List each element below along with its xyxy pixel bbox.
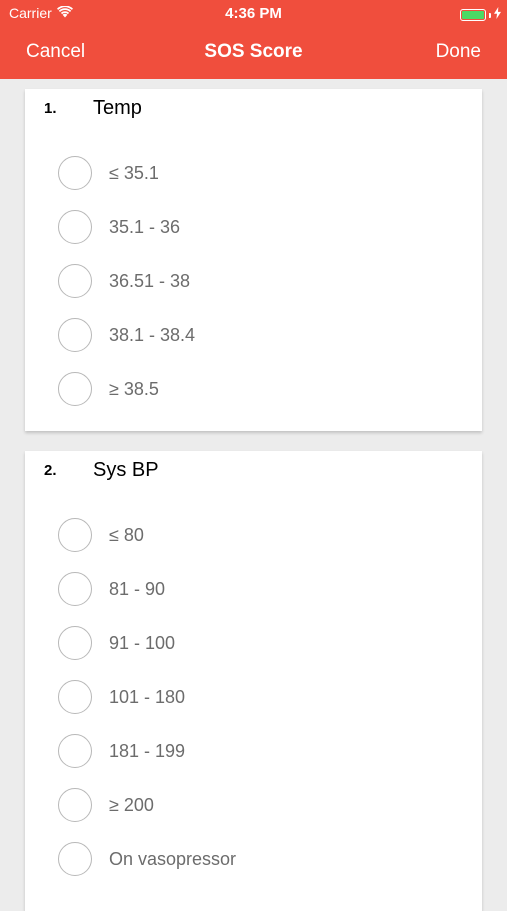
option-label: ≥ 200 <box>109 794 154 815</box>
battery-group <box>460 6 501 24</box>
radio-button[interactable] <box>58 156 92 190</box>
option-item[interactable]: 35.1 - 36 <box>58 200 195 254</box>
question-number: 1. <box>44 100 57 117</box>
option-item[interactable]: On vasopressor <box>58 832 236 886</box>
radio-button[interactable] <box>58 788 92 822</box>
option-item[interactable]: ≤ 80 <box>58 508 236 562</box>
status-time: 4:36 PM <box>225 5 282 22</box>
option-item[interactable]: 38.1 - 38.4 <box>58 308 195 362</box>
option-list: ≤ 80 81 - 90 91 - 100 101 - 180 181 - 19… <box>58 508 236 886</box>
radio-button[interactable] <box>58 518 92 552</box>
radio-button[interactable] <box>58 318 92 352</box>
bolt-icon <box>494 6 501 24</box>
radio-button[interactable] <box>58 210 92 244</box>
status-bar: Carrier 4:36 PM <box>0 0 507 28</box>
question-card-sys-bp: 2. Sys BP ≤ 80 81 - 90 91 - 100 101 - 18… <box>25 451 482 911</box>
page-title: SOS Score <box>204 41 303 62</box>
option-item[interactable]: 36.51 - 38 <box>58 254 195 308</box>
option-label: 101 - 180 <box>109 686 186 707</box>
option-label: 91 - 100 <box>109 632 176 653</box>
question-title: Sys BP <box>93 459 159 481</box>
option-label: 36.51 - 38 <box>109 270 191 291</box>
option-item[interactable]: ≥ 200 <box>58 778 236 832</box>
option-label: 181 - 199 <box>109 740 186 761</box>
option-item[interactable]: 81 - 90 <box>58 562 236 616</box>
radio-button[interactable] <box>58 734 92 768</box>
option-label: ≤ 35.1 <box>109 162 159 183</box>
radio-button[interactable] <box>58 372 92 406</box>
header: Carrier 4:36 PM Cancel SOS Score Done <box>0 0 507 79</box>
nav-bar: Cancel SOS Score Done <box>0 28 507 79</box>
radio-button[interactable] <box>58 680 92 714</box>
option-item[interactable]: ≥ 38.5 <box>58 362 195 416</box>
radio-button[interactable] <box>58 842 92 876</box>
question-number: 2. <box>44 462 57 479</box>
option-item[interactable]: 101 - 180 <box>58 670 236 724</box>
question-title: Temp <box>93 97 142 119</box>
option-label: 38.1 - 38.4 <box>109 324 196 345</box>
option-item[interactable]: ≤ 35.1 <box>58 146 195 200</box>
battery-icon <box>460 9 486 21</box>
option-label: 81 - 90 <box>109 578 166 599</box>
option-label: On vasopressor <box>109 848 237 869</box>
radio-button[interactable] <box>58 264 92 298</box>
option-item[interactable]: 181 - 199 <box>58 724 236 778</box>
option-label: 35.1 - 36 <box>109 216 181 237</box>
radio-button[interactable] <box>58 626 92 660</box>
battery-tip <box>489 12 491 18</box>
battery-fill <box>462 11 484 19</box>
done-button[interactable]: Done <box>436 41 481 63</box>
option-item[interactable]: 91 - 100 <box>58 616 236 670</box>
question-card-temp: 1. Temp ≤ 35.1 35.1 - 36 36.51 - 38 38.1… <box>25 89 482 431</box>
option-label: ≥ 38.5 <box>109 378 159 399</box>
option-list: ≤ 35.1 35.1 - 36 36.51 - 38 38.1 - 38.4 … <box>58 146 195 416</box>
option-label: ≤ 80 <box>109 524 144 545</box>
radio-button[interactable] <box>58 572 92 606</box>
